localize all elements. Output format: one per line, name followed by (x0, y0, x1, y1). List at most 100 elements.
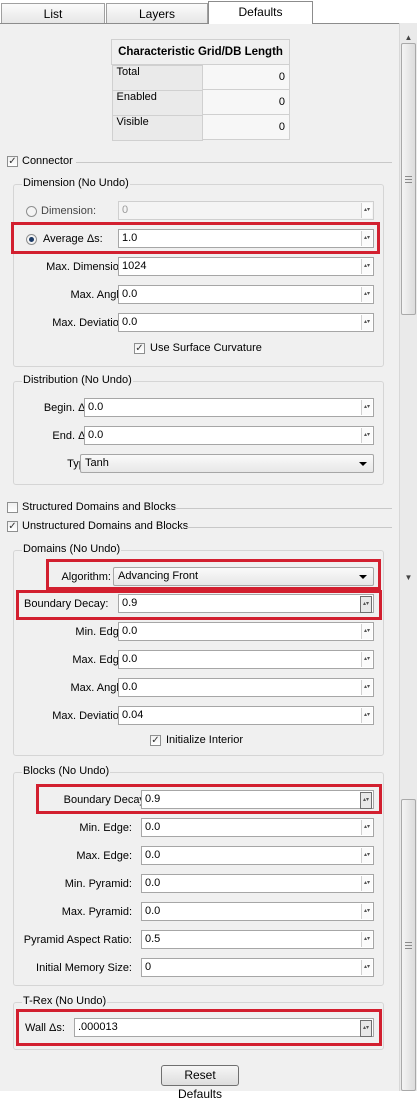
vertical-scrollbar[interactable]: ▲ ▼ (399, 23, 417, 1091)
initial-memory-value: 0 (145, 961, 152, 973)
scroll-down-icon[interactable]: ▼ (402, 571, 415, 585)
spinner-icon[interactable]: ▴▾ (361, 231, 372, 246)
block-boundary-decay-field[interactable]: 0.9 ▴▾ (141, 790, 374, 809)
tab-bar: List Layers Defaults (0, 0, 417, 24)
trex-group-title: T-Rex (No Undo) (22, 995, 108, 1007)
max-angle-value: 0.0 (122, 288, 138, 300)
connector-checkbox[interactable]: ✓ (7, 156, 18, 167)
dimension-group-title: Dimension (No Undo) (22, 177, 130, 189)
domain-boundary-decay-label: Boundary Decay: (24, 598, 109, 610)
spinner-icon[interactable]: ▴▾ (361, 820, 372, 835)
type-select[interactable]: Tanh (80, 454, 374, 473)
initial-memory-field[interactable]: 0 ▴▾ (141, 958, 374, 977)
table-header: Characteristic Grid/DB Length (111, 39, 290, 65)
begin-ds-value: 0.0 (88, 401, 104, 413)
average-radio[interactable] (26, 234, 37, 245)
domains-group-title: Domains (No Undo) (22, 543, 122, 555)
block-boundary-decay-label: Boundary Decay: (63, 794, 148, 806)
algorithm-value: Advancing Front (118, 570, 199, 582)
domain-boundary-decay-field[interactable]: 0.9 ▴▾ (118, 594, 374, 613)
min-pyramid-field[interactable]: 0.0 ▴▾ (141, 874, 374, 893)
begin-ds-field[interactable]: 0.0 ▴▾ (84, 398, 374, 417)
min-pyramid-value: 0.0 (145, 877, 161, 889)
average-radio-label: Average Δs: (43, 233, 103, 245)
spinner-icon[interactable]: ▴▾ (361, 932, 372, 947)
max-deviation-field[interactable]: 0.0 ▴▾ (118, 313, 374, 332)
domain-max-deviation-label: Max. Deviation: (52, 710, 128, 722)
domain-max-angle-value: 0.0 (122, 681, 138, 693)
algorithm-select[interactable]: Advancing Front (113, 567, 374, 586)
min-pyramid-label: Min. Pyramid: (64, 878, 132, 890)
block-min-edge-field[interactable]: 0.0 ▴▾ (141, 818, 374, 837)
pyramid-aspect-field[interactable]: 0.5 ▴▾ (141, 930, 374, 949)
max-pyramid-field[interactable]: 0.0 ▴▾ (141, 902, 374, 921)
domain-min-edge-value: 0.0 (122, 625, 138, 637)
block-max-edge-value: 0.0 (145, 849, 161, 861)
wall-ds-label: Wall Δs: (25, 1022, 65, 1034)
spinner-icon[interactable]: ▴▾ (360, 792, 372, 809)
initialize-interior-label: Initialize Interior (166, 734, 244, 746)
spinner-icon[interactable]: ▴▾ (361, 708, 372, 723)
scrollbar-thumb[interactable] (401, 43, 416, 315)
dimension-field[interactable]: 0 ▴▾ (118, 201, 374, 220)
tab-layers[interactable]: Layers (106, 3, 208, 23)
block-max-edge-label: Max. Edge: (76, 850, 132, 862)
surface-curvature-checkbox[interactable]: ✓ (134, 343, 145, 354)
spinner-icon[interactable]: ▴▾ (361, 259, 372, 274)
average-ds-field[interactable]: 1.0 ▴▾ (118, 229, 374, 248)
reset-defaults-button[interactable]: Reset Defaults (161, 1065, 239, 1101)
spinner-icon[interactable]: ▴▾ (361, 203, 372, 218)
domain-max-edge-field[interactable]: 0.0 ▴▾ (118, 650, 374, 669)
distribution-group-title: Distribution (No Undo) (22, 374, 133, 386)
spinner-icon[interactable]: ▴▾ (361, 680, 372, 695)
grid-length-table: Characteristic Grid/DB Length Total 0 En… (111, 39, 291, 141)
spinner-icon[interactable]: ▴▾ (361, 876, 372, 891)
unstructured-checkbox[interactable]: ✓ (7, 521, 18, 532)
domain-max-deviation-field[interactable]: 0.04 ▴▾ (118, 706, 374, 725)
end-ds-field[interactable]: 0.0 ▴▾ (84, 426, 374, 445)
block-max-edge-field[interactable]: 0.0 ▴▾ (141, 846, 374, 865)
domain-max-angle-field[interactable]: 0.0 ▴▾ (118, 678, 374, 697)
block-min-edge-label: Min. Edge: (79, 822, 132, 834)
average-ds-value: 1.0 (122, 232, 138, 244)
row-label: Enabled (111, 89, 203, 116)
dimension-radio[interactable] (26, 206, 37, 217)
spinner-icon[interactable]: ▴▾ (361, 428, 372, 443)
max-deviation-value: 0.0 (122, 316, 138, 328)
spinner-icon[interactable]: ▴▾ (361, 960, 372, 975)
surface-curvature-label: Use Surface Curvature (150, 342, 262, 354)
scrollbar-thumb-lower[interactable] (401, 799, 416, 1091)
domain-min-edge-field[interactable]: 0.0 ▴▾ (118, 622, 374, 641)
spinner-icon[interactable]: ▴▾ (361, 848, 372, 863)
end-ds-value: 0.0 (88, 429, 104, 441)
domain-max-edge-value: 0.0 (122, 653, 138, 665)
initial-memory-label: Initial Memory Size: (36, 962, 132, 974)
algorithm-label: Algorithm: (61, 571, 111, 583)
max-angle-field[interactable]: 0.0 ▴▾ (118, 285, 374, 304)
spinner-icon[interactable]: ▴▾ (360, 596, 372, 613)
spinner-icon[interactable]: ▴▾ (361, 652, 372, 667)
structured-checkbox[interactable] (7, 502, 18, 513)
tab-defaults[interactable]: Defaults (208, 1, 313, 24)
table-row: Enabled 0 (111, 89, 291, 116)
divider (175, 508, 392, 509)
spinner-icon[interactable]: ▴▾ (361, 624, 372, 639)
spinner-icon[interactable]: ▴▾ (361, 315, 372, 330)
initialize-interior-checkbox[interactable]: ✓ (150, 735, 161, 746)
block-boundary-decay-value: 0.9 (145, 793, 161, 805)
chevron-down-icon (359, 462, 367, 466)
spinner-icon[interactable]: ▴▾ (361, 400, 372, 415)
structured-label: Structured Domains and Blocks (22, 501, 177, 513)
pyramid-aspect-value: 0.5 (145, 933, 161, 945)
tab-list[interactable]: List (1, 3, 105, 23)
spinner-icon[interactable]: ▴▾ (360, 1020, 372, 1037)
unstructured-label: Unstructured Domains and Blocks (22, 520, 189, 532)
spinner-icon[interactable]: ▴▾ (361, 287, 372, 302)
spinner-icon[interactable]: ▴▾ (361, 904, 372, 919)
connector-label: Connector (22, 155, 73, 167)
max-pyramid-value: 0.0 (145, 905, 161, 917)
domain-boundary-decay-value: 0.9 (122, 597, 138, 609)
max-dimension-field[interactable]: 1024 ▴▾ (118, 257, 374, 276)
wall-ds-field[interactable]: .000013 ▴▾ (74, 1018, 374, 1037)
pyramid-aspect-label: Pyramid Aspect Ratio: (23, 934, 132, 946)
